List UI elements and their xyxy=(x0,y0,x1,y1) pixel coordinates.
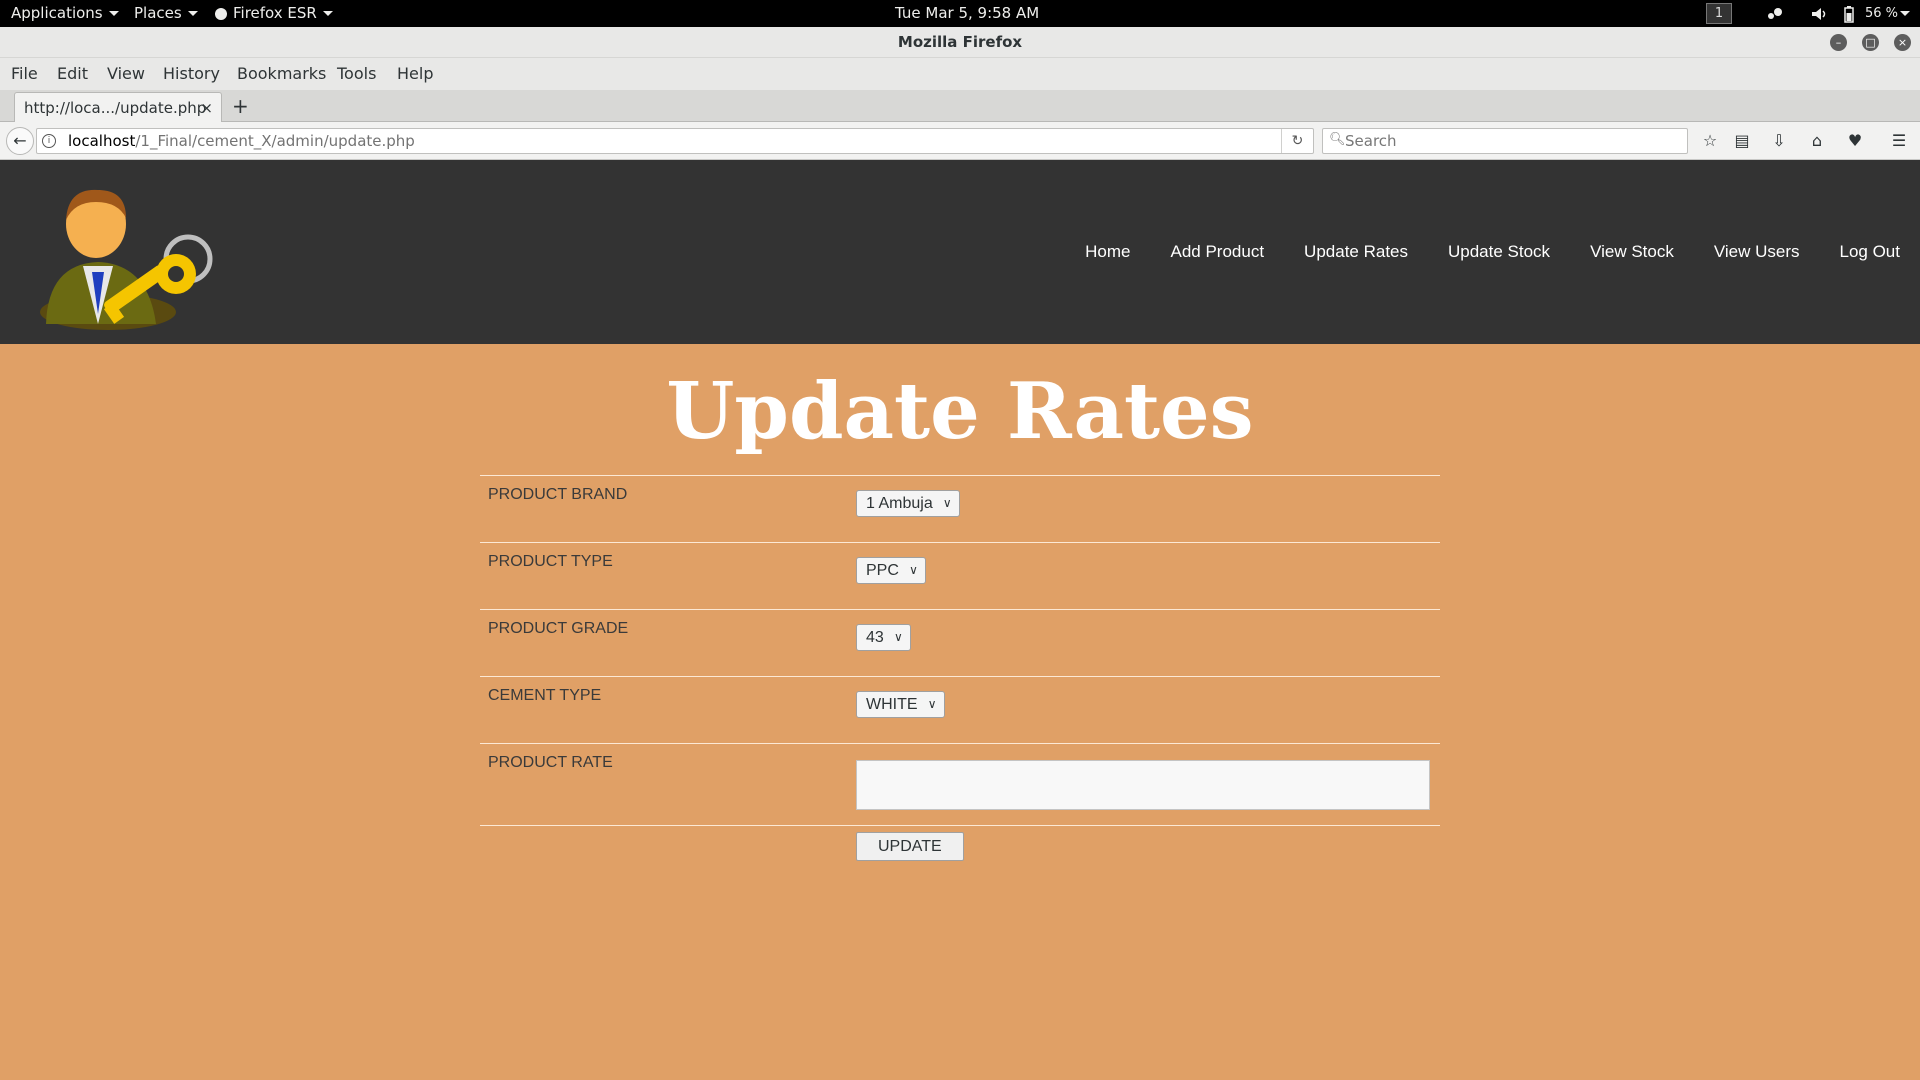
new-tab-button[interactable]: + xyxy=(232,90,249,122)
places-label: Places xyxy=(134,4,182,22)
url-path: /1_Final/cement_X/admin/update.php xyxy=(135,132,415,150)
menu-tools[interactable]: Tools xyxy=(337,58,376,90)
info-icon[interactable]: i xyxy=(42,134,56,148)
menu-bar: File Edit View History Bookmarks Tools H… xyxy=(0,58,1920,90)
nav-update-stock[interactable]: Update Stock xyxy=(1428,160,1570,344)
reload-icon[interactable]: ↻ xyxy=(1281,129,1313,153)
chevron-down-icon: ∨ xyxy=(909,563,918,577)
clock[interactable]: Tue Mar 5, 9:58 AM xyxy=(895,0,1039,27)
menu-help[interactable]: Help xyxy=(397,58,433,90)
minimize-icon[interactable]: – xyxy=(1830,34,1847,51)
form-cell: 43 ∨ xyxy=(848,609,1440,677)
system-menu[interactable] xyxy=(1894,0,1910,27)
menu-edit[interactable]: Edit xyxy=(57,58,88,90)
brand-select[interactable]: 1 Ambuja ∨ xyxy=(856,490,960,517)
update-rates-form: PRODUCT BRAND 1 Ambuja ∨ PRODUCT TYPE PPC… xyxy=(480,475,1440,876)
page-title: Update Rates xyxy=(666,366,1254,457)
form-cell: WHITE ∨ xyxy=(848,676,1440,744)
cement-type-label: CEMENT TYPE xyxy=(480,676,848,744)
chevron-down-icon: ∨ xyxy=(894,630,903,644)
volume-icon[interactable] xyxy=(1810,5,1828,23)
home-icon[interactable]: ⌂ xyxy=(1806,130,1828,152)
chevron-down-icon xyxy=(322,11,333,16)
reading-list-icon[interactable]: ▤ xyxy=(1731,130,1753,152)
grade-label: PRODUCT GRADE xyxy=(480,609,848,677)
form-row: PRODUCT RATE xyxy=(480,743,1440,826)
type-select-value: PPC xyxy=(866,562,899,579)
chevron-down-icon xyxy=(187,11,198,16)
menu-file[interactable]: File xyxy=(11,58,38,90)
firefox-icon xyxy=(215,7,227,20)
type-label: PRODUCT TYPE xyxy=(480,542,848,610)
nav-log-out[interactable]: Log Out xyxy=(1820,160,1901,344)
network-icon[interactable] xyxy=(1766,5,1784,23)
search-input[interactable] xyxy=(1345,130,1675,152)
form-cell: UPDATE xyxy=(848,825,1440,876)
close-icon[interactable]: × xyxy=(1894,34,1911,51)
url-host: localhost xyxy=(68,132,136,150)
menu-history[interactable]: History xyxy=(163,58,220,90)
tab-close-icon[interactable]: × xyxy=(200,93,213,123)
form-row: PRODUCT GRADE 43 ∨ xyxy=(480,609,1440,677)
places-menu[interactable]: Places xyxy=(134,0,198,27)
search-bar[interactable]: 🔍︎ xyxy=(1322,128,1688,154)
brand-label: PRODUCT BRAND xyxy=(480,475,848,543)
star-icon[interactable]: ☆ xyxy=(1699,130,1721,152)
empty-cell xyxy=(480,825,848,876)
menu-view[interactable]: View xyxy=(107,58,145,90)
grade-select[interactable]: 43 ∨ xyxy=(856,624,911,651)
window-titlebar: Mozilla Firefox – □ × xyxy=(0,27,1920,58)
admin-key-logo xyxy=(40,189,213,330)
chevron-down-icon xyxy=(108,11,119,16)
type-select[interactable]: PPC ∨ xyxy=(856,557,926,584)
tab-strip: http://loca.../update.php × + xyxy=(0,90,1920,123)
battery-icon[interactable] xyxy=(1840,5,1858,23)
nav-view-stock[interactable]: View Stock xyxy=(1570,160,1694,344)
form-row: UPDATE xyxy=(480,825,1440,876)
window-title: Mozilla Firefox xyxy=(897,33,1023,51)
pocket-icon[interactable]: ♥ xyxy=(1844,130,1866,152)
navigation-bar: ← i localhost/1_Final/cement_X/admin/upd… xyxy=(0,122,1920,160)
brand-select-value: 1 Ambuja xyxy=(866,495,933,512)
url-bar[interactable]: i localhost/1_Final/cement_X/admin/updat… xyxy=(36,128,1314,154)
web-page: Home Add Product Update Rates Update Sto… xyxy=(0,160,1920,1080)
chevron-down-icon: ∨ xyxy=(942,496,952,510)
search-icon: 🔍︎ xyxy=(1329,132,1346,147)
hamburger-menu-icon[interactable]: ☰ xyxy=(1888,130,1910,152)
site-header: Home Add Product Update Rates Update Sto… xyxy=(0,160,1920,344)
rate-input[interactable] xyxy=(856,760,1430,810)
update-button[interactable]: UPDATE xyxy=(856,832,964,861)
grade-select-value: 43 xyxy=(866,629,884,646)
rate-label: PRODUCT RATE xyxy=(480,743,848,826)
nav-view-users[interactable]: View Users xyxy=(1694,160,1820,344)
firefox-app-menu[interactable]: Firefox ESR xyxy=(215,0,333,27)
applications-label: Applications xyxy=(11,4,103,22)
maximize-icon[interactable]: □ xyxy=(1862,34,1879,51)
tab-label: http://loca.../update.php xyxy=(24,99,207,117)
back-arrow-icon[interactable]: ← xyxy=(6,127,34,155)
form-row: CEMENT TYPE WHITE ∨ xyxy=(480,676,1440,744)
chevron-down-icon xyxy=(1900,11,1910,16)
form-cell: 1 Ambuja ∨ xyxy=(848,475,1440,543)
system-top-bar: Applications Places Firefox ESR Tue Mar … xyxy=(0,0,1920,27)
applications-menu[interactable]: Applications xyxy=(11,0,119,27)
site-nav: Home Add Product Update Rates Update Sto… xyxy=(1065,160,1900,344)
form-row: PRODUCT TYPE PPC ∨ xyxy=(480,542,1440,610)
cement-type-select[interactable]: WHITE ∨ xyxy=(856,691,945,718)
firefox-label: Firefox ESR xyxy=(233,4,317,22)
nav-add-product[interactable]: Add Product xyxy=(1150,160,1284,344)
form-row: PRODUCT BRAND 1 Ambuja ∨ xyxy=(480,475,1440,543)
nav-update-rates[interactable]: Update Rates xyxy=(1284,160,1428,344)
chevron-down-icon: ∨ xyxy=(927,697,937,711)
nav-home[interactable]: Home xyxy=(1065,160,1150,344)
form-cell xyxy=(848,743,1440,826)
workspace-indicator[interactable]: 1 xyxy=(1706,3,1732,24)
url-text[interactable]: localhost/1_Final/cement_X/admin/update.… xyxy=(68,129,415,153)
form-cell: PPC ∨ xyxy=(848,542,1440,610)
download-icon[interactable]: ⇩ xyxy=(1768,130,1790,152)
cement-type-select-value: WHITE xyxy=(866,696,918,713)
tab-update-php[interactable]: http://loca.../update.php × xyxy=(14,92,222,123)
menu-bookmarks[interactable]: Bookmarks xyxy=(237,58,326,90)
